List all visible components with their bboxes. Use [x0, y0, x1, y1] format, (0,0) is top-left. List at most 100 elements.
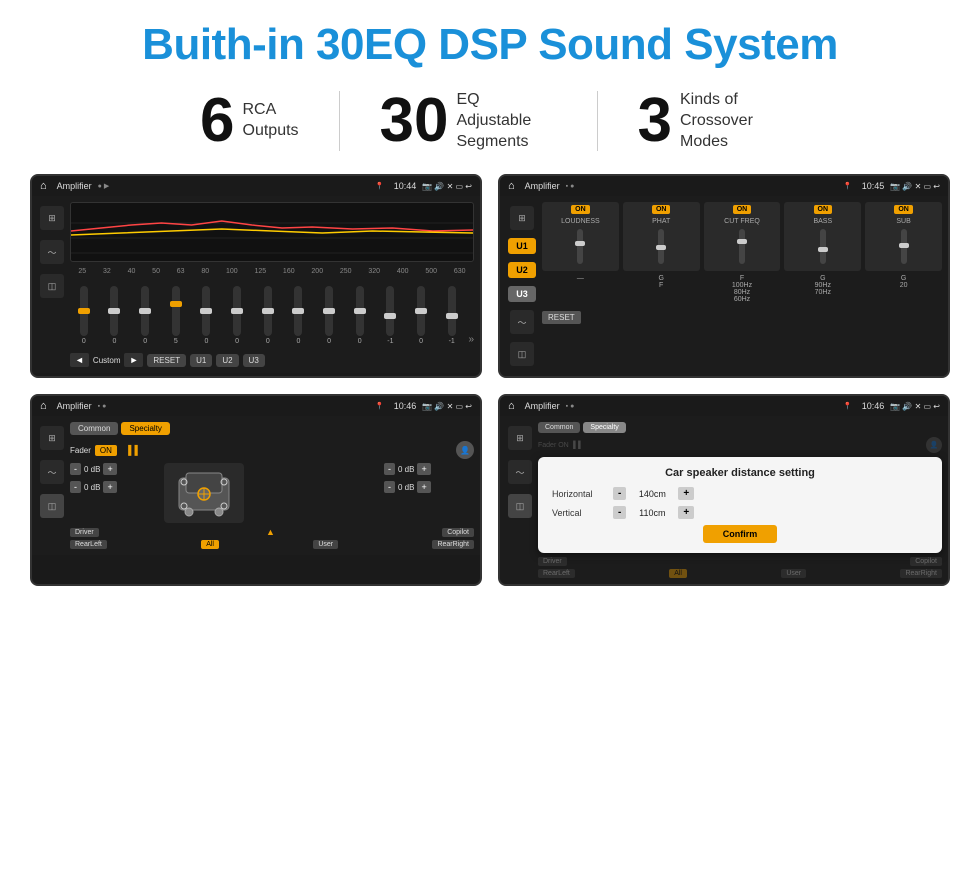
fader-copilot-btn[interactable]: Copilot [442, 528, 474, 537]
xover-cutfreq-label: CUT FREQ [707, 218, 778, 225]
stat-number-crossover: 3 [638, 90, 672, 152]
fader-rl-plus[interactable]: + [103, 481, 116, 493]
xover-home-icon[interactable]: ⌂ [508, 180, 515, 192]
xover-cutfreq: ON CUT FREQ [704, 202, 781, 271]
distance-common-tab[interactable]: Common [538, 422, 580, 433]
eq-status-icons: 📷 🔊 ✕ ▭ ↩ [422, 182, 472, 191]
distance-specialty-tab[interactable]: Specialty [583, 422, 625, 433]
fader-status-icons: 📷 🔊 ✕ ▭ ↩ [422, 402, 472, 411]
fader-fl-plus[interactable]: + [103, 463, 116, 475]
xover-phat-on[interactable]: ON [652, 205, 671, 214]
eq-slider-2[interactable]: 0 [101, 286, 129, 345]
fader-status-bar: ⌂ Amplifier ▪ ● 📍 10:46 📷 🔊 ✕ ▭ ↩ [32, 396, 480, 416]
fader-label: Fader [70, 446, 91, 455]
fader-fr-minus[interactable]: - [384, 463, 395, 475]
fader-fr-plus[interactable]: + [417, 463, 430, 475]
fader-person-icon[interactable]: 👤 [456, 441, 474, 459]
xover-sub: ON SUB [865, 202, 942, 271]
xover-u3-btn[interactable]: U3 [508, 286, 536, 302]
eq-slider-5[interactable]: 0 [193, 286, 221, 345]
xover-icon-speaker[interactable]: ◫ [510, 342, 534, 366]
fader-rr-plus[interactable]: + [417, 481, 430, 493]
fader-icon-speaker[interactable]: ◫ [40, 494, 64, 518]
fader-right-speakers: - 0 dB + - 0 dB + [384, 463, 474, 493]
eq-slider-13[interactable]: -1 [438, 286, 466, 345]
fader-driver-btn[interactable]: Driver [70, 528, 99, 537]
xover-channel-row: ON LOUDNESS ON P [542, 202, 942, 271]
fader-tabs: Common Specialty [70, 422, 474, 435]
stat-text-rca: RCAOutputs [243, 100, 299, 142]
xover-u1-btn[interactable]: U1 [508, 238, 536, 254]
xover-bass-on[interactable]: ON [814, 205, 833, 214]
fader-icon-wave[interactable]: 〜 [40, 460, 64, 484]
fader-rearleft-btn[interactable]: RearLeft [70, 540, 107, 549]
eq-slider-8[interactable]: 0 [285, 286, 313, 345]
eq-u3-button[interactable]: U3 [243, 354, 265, 367]
fader-rl-db: - 0 dB + [70, 481, 160, 493]
eq-more-icon[interactable]: » [469, 334, 475, 345]
fader-rearright-btn[interactable]: RearRight [432, 540, 474, 549]
xover-freq-labels: — GF F100Hz80Hz60Hz G90Hz70Hz G20 [542, 275, 942, 303]
distance-horizontal-minus[interactable]: - [613, 487, 626, 500]
xover-u2-btn[interactable]: U2 [508, 262, 536, 278]
fader-tab-specialty[interactable]: Specialty [121, 422, 169, 435]
distance-vertical-minus[interactable]: - [613, 506, 626, 519]
eq-u2-button[interactable]: U2 [216, 354, 238, 367]
fader-user-btn[interactable]: User [313, 540, 338, 549]
distance-confirm-button[interactable]: Confirm [703, 525, 778, 543]
eq-icon-wave[interactable]: 〜 [40, 240, 64, 264]
fader-all-btn[interactable]: All [201, 540, 219, 549]
distance-bg-footer: Driver Copilot [538, 557, 942, 566]
eq-slider-12[interactable]: 0 [407, 286, 435, 345]
distance-icon-speaker[interactable]: ◫ [508, 494, 532, 518]
xover-bass: ON BASS [784, 202, 861, 271]
xover-sub-on[interactable]: ON [894, 205, 913, 214]
fader-home-icon[interactable]: ⌂ [40, 400, 47, 412]
fader-on-button[interactable]: ON [95, 445, 117, 456]
distance-horizontal-plus[interactable]: + [678, 487, 694, 500]
eq-icon-filter[interactable]: ⊞ [40, 206, 64, 230]
eq-slider-6[interactable]: 0 [223, 286, 251, 345]
stat-number-rca: 6 [200, 90, 234, 152]
eq-main-screen: ⊞ 〜 ◫ [32, 196, 480, 373]
distance-vertical-row: Vertical - 110cm + [552, 506, 928, 519]
eq-content: 2532405063 80100125160200 25032040050063… [70, 202, 474, 367]
eq-next-button[interactable]: ► [124, 353, 143, 367]
eq-reset-button[interactable]: RESET [147, 354, 186, 367]
stat-rca: 6 RCAOutputs [160, 90, 339, 152]
distance-icon-filter[interactable]: ⊞ [508, 426, 532, 450]
eq-status-dot: ● ▶ [98, 182, 110, 190]
eq-slider-9[interactable]: 0 [315, 286, 343, 345]
eq-u1-button[interactable]: U1 [190, 354, 212, 367]
crossover-content: ⊞ U1 U2 U3 〜 ◫ ON [506, 202, 942, 370]
distance-vertical-label: Vertical [552, 508, 607, 518]
fader-icon-filter[interactable]: ⊞ [40, 426, 64, 450]
stat-number-eq: 30 [380, 90, 449, 152]
distance-app-name: Amplifier [525, 401, 560, 411]
xover-reset-button[interactable]: RESET [542, 311, 581, 324]
distance-vertical-plus[interactable]: + [678, 506, 694, 519]
distance-bg-footer2: RearLeft All User RearRight [538, 569, 942, 578]
eq-screen-container: ⌂ Amplifier ● ▶ 📍 10:44 📷 🔊 ✕ ▭ ↩ ⊞ 〜 ◫ [30, 174, 482, 378]
xover-icon-wave[interactable]: 〜 [510, 310, 534, 334]
distance-icon-wave[interactable]: 〜 [508, 460, 532, 484]
xover-icon-filter[interactable]: ⊞ [510, 206, 534, 230]
xover-loudness-on[interactable]: ON [571, 205, 590, 214]
fader-footer2: RearLeft All User RearRight [70, 540, 474, 549]
eq-slider-4[interactable]: 5 [162, 286, 190, 345]
xover-cutfreq-on[interactable]: ON [733, 205, 752, 214]
eq-home-icon[interactable]: ⌂ [40, 180, 47, 192]
fader-rr-minus[interactable]: - [384, 481, 395, 493]
eq-slider-1[interactable]: 0 [70, 286, 98, 345]
eq-slider-7[interactable]: 0 [254, 286, 282, 345]
fader-tab-common[interactable]: Common [70, 422, 118, 435]
fader-rl-minus[interactable]: - [70, 481, 81, 493]
eq-slider-10[interactable]: 0 [346, 286, 374, 345]
eq-slider-11[interactable]: -1 [377, 286, 405, 345]
eq-icon-speaker[interactable]: ◫ [40, 274, 64, 298]
distance-home-icon[interactable]: ⌂ [508, 400, 515, 412]
distance-horizontal-value: 140cm [632, 489, 672, 499]
fader-fl-minus[interactable]: - [70, 463, 81, 475]
eq-slider-3[interactable]: 0 [131, 286, 159, 345]
eq-prev-button[interactable]: ◄ [70, 353, 89, 367]
